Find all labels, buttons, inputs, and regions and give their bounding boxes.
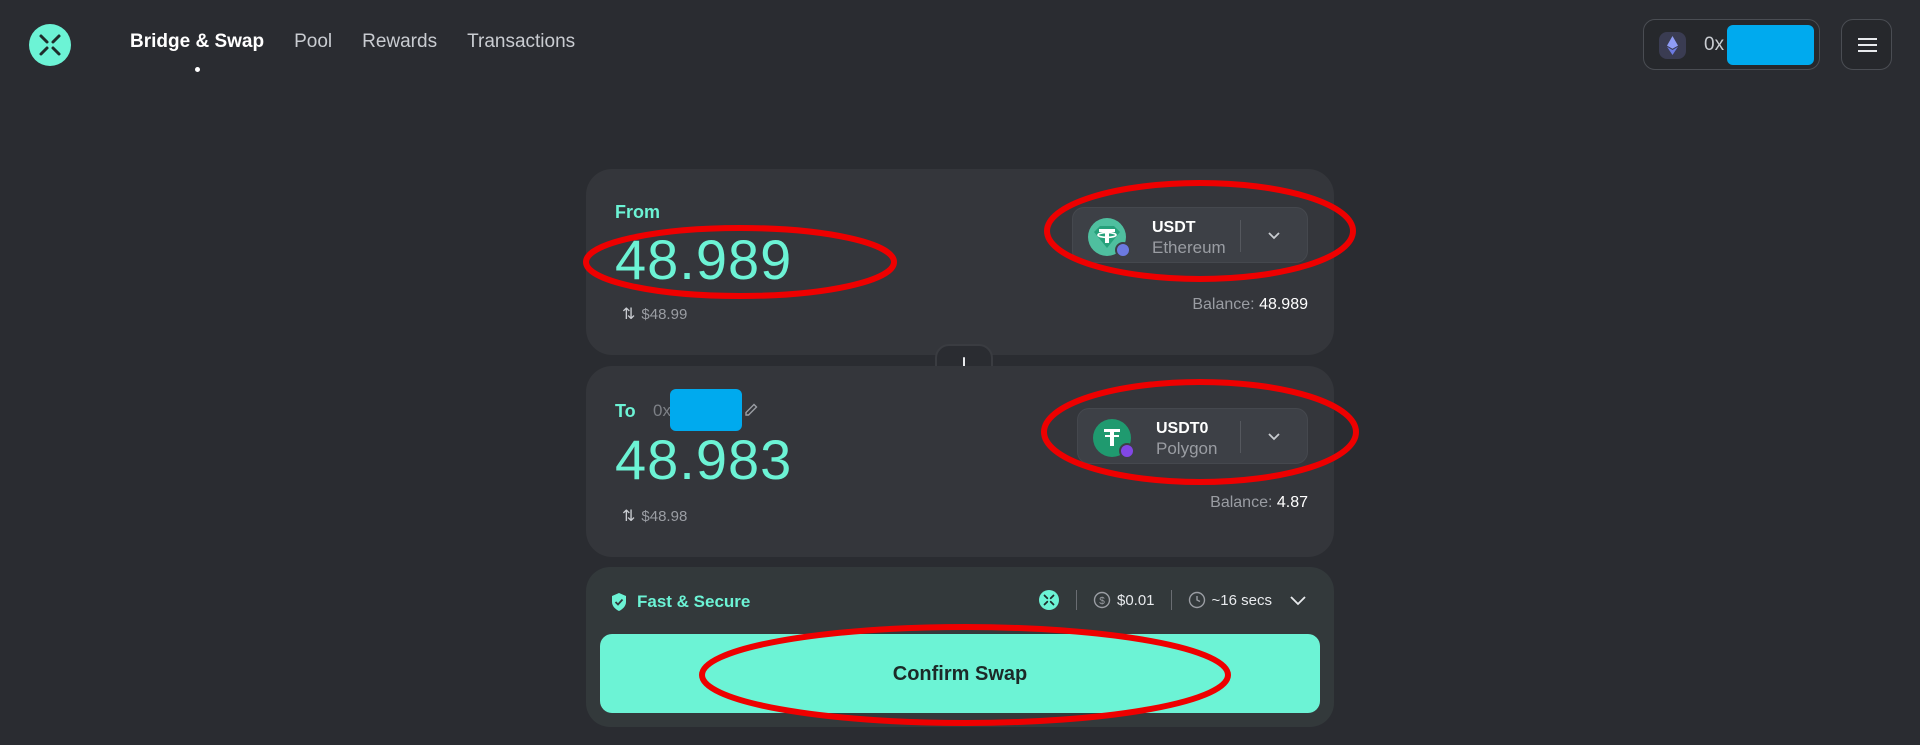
- wallet-button[interactable]: 0x: [1643, 19, 1820, 70]
- main-nav: Bridge & Swap Pool Rewards Transactions: [130, 31, 575, 72]
- wallet-address-prefix: 0x: [1704, 34, 1725, 55]
- swap-units-icon: ⇅: [622, 508, 636, 525]
- menu-line: [1858, 50, 1877, 52]
- fast-secure-label: Fast & Secure: [610, 592, 750, 612]
- to-token-chain: Polygon: [1156, 439, 1218, 458]
- fast-secure-text: Fast & Secure: [637, 592, 751, 611]
- from-token-chain: Ethereum: [1152, 238, 1226, 257]
- to-balance-value: 4.87: [1276, 494, 1308, 511]
- nav-rewards-label: Rewards: [362, 31, 438, 52]
- from-token-name: USDT: [1152, 219, 1196, 236]
- nav-pool[interactable]: Pool: [294, 31, 332, 53]
- svg-text:$: $: [1099, 596, 1105, 607]
- route-details[interactable]: $ $0.01 ~16 secs: [1038, 589, 1308, 611]
- ethereum-icon: [1659, 32, 1686, 59]
- token-divider: [1240, 421, 1241, 453]
- confirm-swap-button[interactable]: Confirm Swap: [600, 634, 1320, 713]
- hamburger-menu-icon[interactable]: [1841, 19, 1892, 70]
- route-card: Fast & Secure $ $0.01 ~16 secs Confirm S…: [586, 567, 1334, 727]
- nav-bridge-swap[interactable]: Bridge & Swap: [130, 31, 265, 72]
- from-amount-input[interactable]: 48.989: [615, 227, 792, 292]
- route-time-value: ~16 secs: [1211, 591, 1272, 609]
- recipient-address-prefix: 0x: [653, 401, 671, 420]
- route-fee: $ $0.01: [1093, 591, 1155, 609]
- bridge-logo-icon: [1038, 590, 1059, 610]
- token-divider: [1240, 220, 1241, 252]
- from-card: From 48.989 ⇅ $48.99 USDT Ethereum Balan…: [586, 169, 1334, 355]
- swap-units-icon: ⇅: [622, 306, 636, 323]
- route-separator: [1075, 590, 1077, 610]
- pencil-icon[interactable]: [743, 402, 760, 419]
- wallet-address-redaction: [1727, 25, 1814, 65]
- from-balance: Balance: 48.989: [1192, 296, 1308, 314]
- to-amount: 48.983: [615, 428, 793, 491]
- to-balance: Balance: 4.87: [1210, 494, 1308, 512]
- from-balance-value: 48.989: [1259, 296, 1308, 313]
- recipient-address-redaction[interactable]: [670, 389, 742, 431]
- menu-line: [1858, 44, 1877, 46]
- from-usd-text: $48.99: [641, 305, 688, 323]
- chevron-down-icon: [1268, 232, 1280, 240]
- to-balance-label: Balance:: [1210, 494, 1273, 511]
- chevron-down-icon[interactable]: [1288, 590, 1308, 610]
- ethereum-badge-icon: [1115, 242, 1131, 258]
- nav-bridge-swap-label: Bridge & Swap: [130, 31, 265, 52]
- dollar-circle-icon: $: [1093, 591, 1111, 609]
- nav-active-indicator: [195, 67, 201, 72]
- to-usd-text: $48.98: [641, 507, 688, 525]
- from-label: From: [615, 202, 660, 222]
- to-token-select[interactable]: USDT0 Polygon: [1077, 408, 1308, 464]
- route-separator: [1170, 590, 1172, 610]
- from-usd-value[interactable]: ⇅ $48.99: [622, 304, 687, 324]
- clock-icon: [1188, 591, 1205, 609]
- to-usd-value: ⇅ $48.98: [622, 506, 687, 526]
- nav-pool-label: Pool: [294, 31, 333, 52]
- header: Bridge & Swap Pool Rewards Transactions …: [0, 0, 1920, 90]
- to-token-name: USDT0: [1156, 420, 1209, 437]
- nav-rewards[interactable]: Rewards: [362, 31, 437, 53]
- from-balance-label: Balance:: [1192, 296, 1255, 313]
- route-time: ~16 secs: [1188, 591, 1272, 609]
- nav-transactions-label: Transactions: [467, 31, 576, 52]
- chevron-down-icon: [1268, 433, 1280, 441]
- menu-line: [1858, 38, 1877, 40]
- route-fee-value: $0.01: [1116, 591, 1155, 609]
- polygon-badge-icon: [1119, 443, 1135, 459]
- nav-transactions[interactable]: Transactions: [467, 31, 575, 53]
- to-label: To: [615, 401, 636, 421]
- from-token-select[interactable]: USDT Ethereum: [1072, 207, 1308, 263]
- shield-check-icon: [612, 593, 626, 611]
- bridge-logo-icon[interactable]: [29, 24, 71, 66]
